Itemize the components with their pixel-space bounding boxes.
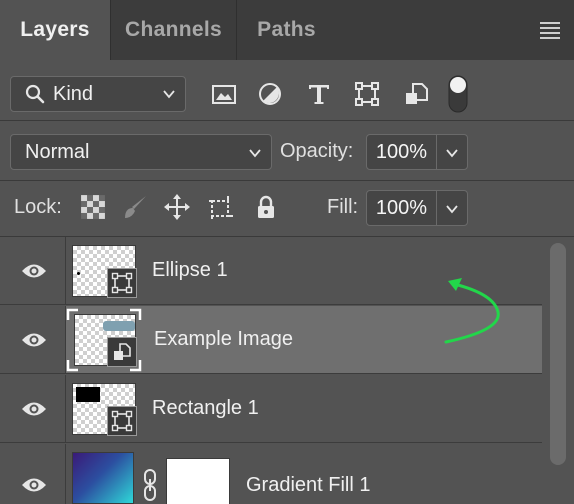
fill-value[interactable]: 100% [367,191,437,225]
visibility-column [0,306,66,373]
tab-paths[interactable]: Paths [236,0,336,60]
layer-thumbnail[interactable] [72,245,137,298]
layer-row-rectangle-1[interactable]: Rectangle 1 [0,375,542,443]
type-filter-icon[interactable] [306,81,332,107]
chevron-down-icon [446,149,458,158]
lock-transparent-pixels-icon[interactable] [80,194,106,220]
filter-kind-dropdown[interactable]: Kind [10,76,186,112]
annotation-arrow-icon [444,278,500,344]
eye-visibility-icon[interactable] [21,262,47,280]
opacity-dropdown-button[interactable] [437,135,467,169]
opacity-field[interactable]: 100% [366,134,468,170]
chevron-down-icon [446,205,458,214]
shape-layer-badge-icon [107,406,137,436]
layer-name[interactable]: Rectangle 1 [152,397,259,420]
eye-visibility-icon[interactable] [21,400,47,418]
tab-channels[interactable]: Channels [110,0,236,60]
tab-layers[interactable]: Layers [0,0,110,60]
shape-layer-badge-icon [107,268,137,298]
panel-menu-icon[interactable] [540,22,560,39]
gradient-thumbnail[interactable] [72,452,134,504]
lock-position-icon[interactable] [164,194,190,220]
smart-object-filter-icon[interactable] [403,81,429,107]
layer-row-gradient-fill-1[interactable]: Gradient Fill 1 [0,444,542,504]
link-chain-icon[interactable] [142,468,158,502]
blend-mode-dropdown[interactable]: Normal [10,134,272,170]
eye-visibility-icon[interactable] [21,476,47,494]
lock-image-pixels-icon[interactable] [122,194,148,220]
filter-kind-label: Kind [53,82,94,105]
opacity-label: Opacity: [280,140,354,162]
search-icon [25,84,45,104]
lock-options-bar: Lock: Fill: 100% [0,180,574,236]
eye-visibility-icon[interactable] [21,331,47,349]
image-filter-icon[interactable] [211,81,237,107]
filter-toggle-icon[interactable] [447,74,469,114]
lock-label: Lock: [14,196,62,218]
layers-scrollbar-thumb[interactable] [550,243,566,465]
lock-all-icon[interactable] [253,194,279,220]
layer-mask-thumbnail[interactable] [166,458,230,504]
chevron-down-icon [163,90,175,99]
layer-name[interactable]: Gradient Fill 1 [246,474,371,497]
panel-tab-bar: Layers Channels Paths [0,0,574,60]
selected-thumbnail-frame [66,308,142,372]
layer-name[interactable]: Example Image [154,328,293,351]
visibility-column [0,375,66,442]
opacity-value[interactable]: 100% [367,135,437,169]
layer-filter-bar: Kind [0,60,574,120]
visibility-column [0,444,66,504]
blend-mode-value: Normal [25,140,90,163]
lock-artboard-icon[interactable] [208,194,234,220]
shape-filter-icon[interactable] [354,81,380,107]
blend-options-bar: Normal Opacity: 100% [0,120,574,180]
visibility-column [0,237,66,304]
layer-name[interactable]: Ellipse 1 [152,259,228,282]
layer-thumbnail[interactable] [72,383,137,436]
fill-field[interactable]: 100% [366,190,468,226]
fill-dropdown-button[interactable] [437,191,467,225]
adjustment-filter-icon[interactable] [257,81,283,107]
fill-label: Fill: [327,196,359,218]
chevron-down-icon [249,149,261,158]
